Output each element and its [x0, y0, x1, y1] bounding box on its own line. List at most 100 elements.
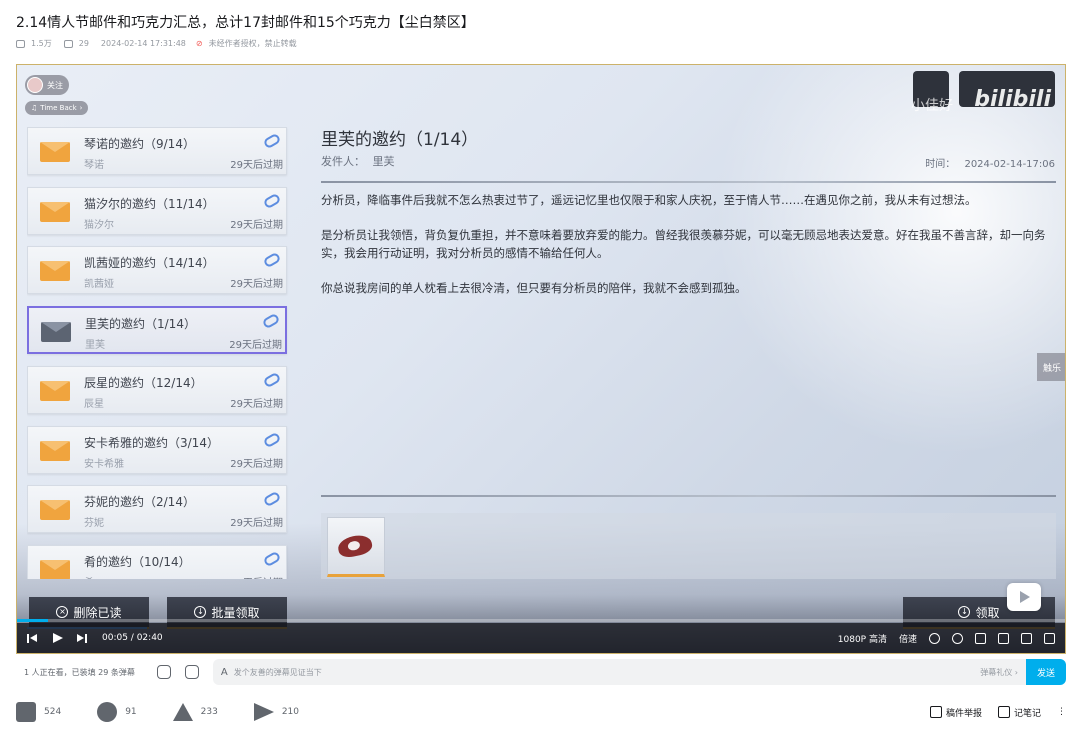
danmaku-placeholder: 发个友善的弹幕见证当下 — [233, 667, 322, 677]
mail-item-title: 安卡希雅的邀约（3/14） — [84, 435, 219, 450]
danmaku-bar: 1 人正在看，已装填 29 条弹幕 A 发个友善的弹幕见证当下 弹幕礼仪 › 发… — [16, 658, 1066, 686]
mail-detail-title: 里芙的邀约（1/14） — [321, 130, 479, 150]
chocolate-attachment[interactable] — [327, 517, 385, 577]
attachment-clip-icon — [262, 490, 282, 508]
web-fullscreen-icon[interactable] — [1021, 632, 1032, 644]
no-repost-icon: ⊘ — [195, 39, 203, 48]
progress-bar[interactable] — [17, 619, 1065, 622]
quality-selector[interactable]: 1080P 高清 — [838, 632, 887, 645]
chevron-right-icon: › — [79, 104, 83, 112]
favorite-button[interactable]: 233 — [172, 703, 218, 721]
time-display: 00:05 / 02:40 — [102, 633, 163, 643]
envelope-icon — [40, 500, 70, 521]
attachment-clip-icon — [262, 371, 282, 389]
mail-item-expiry: 29天后过期 — [230, 219, 283, 231]
envelope-icon — [40, 559, 70, 579]
mail-item-expiry: 29天后过期 — [230, 574, 283, 579]
mail-list-item[interactable]: 里芙的邀约（1/14） 里芙 29天后过期 — [27, 306, 287, 355]
delete-read-label: 删除已读 — [73, 605, 122, 620]
background-glow — [705, 65, 1065, 485]
share-count: 210 — [281, 707, 300, 717]
mail-item-sender: 琴诺 — [84, 160, 104, 171]
mail-paragraph: 你总说我房间的单人枕看上去很冷清，但只要有分析员的陪伴，我就不会感到孤独。 — [321, 281, 747, 295]
like-count: 524 — [44, 707, 62, 717]
settings-gear-icon[interactable] — [952, 632, 963, 644]
mail-list-item[interactable]: 凯茜娅的邀约（14/14） 凯茜娅 29天后过期 — [27, 246, 287, 295]
tv-mascot-icon[interactable] — [1007, 583, 1041, 611]
coin-button[interactable]: 91 — [97, 702, 137, 722]
view-count: 1.5万 — [31, 39, 52, 48]
sender-label: 发件人： — [321, 155, 365, 168]
danmaku-send-button[interactable]: 发送 — [1026, 659, 1066, 685]
fullscreen-icon[interactable] — [1044, 632, 1055, 644]
mail-sender-line: 发件人： 里芙 — [321, 153, 395, 169]
mail-list-item[interactable]: 猫汐尔的邀约（11/14） 猫汐尔 29天后过期 — [27, 186, 287, 235]
mail-item-sender: 芬妮 — [84, 518, 104, 530]
mail-item-sender: 肴 — [84, 574, 94, 579]
coin-count: 91 — [125, 707, 137, 717]
report-button[interactable]: 稿件举报 — [929, 706, 982, 719]
mail-time: 2024-02-14-17:06 — [964, 159, 1055, 170]
time-back-label: Time Back — [40, 104, 77, 112]
mail-time-line: 时间： 2024-02-14-17:06 — [925, 155, 1055, 170]
mail-item-expiry: 29天后过期 — [230, 518, 283, 530]
note-label: 记笔记 — [1013, 708, 1041, 719]
mail-paragraph: 是分析员让我领悟，背负复仇重担，并不意味着要放弃爱的能力。曾经我很羡慕芬妮，可以… — [321, 228, 1046, 260]
video-player[interactable]: 关注 ♫ Time Back › 小佳好 bilibili 琴诺的邀约（9/14… — [16, 64, 1066, 654]
time-label: 时间： — [925, 159, 956, 170]
envelope-icon — [40, 380, 70, 401]
favorite-count: 233 — [200, 707, 218, 717]
attachment-clip-icon — [262, 192, 282, 210]
mail-item-sender: 猫汐尔 — [84, 219, 114, 231]
danmaku-input[interactable]: A 发个友善的弹幕见证当下 弹幕礼仪 › — [212, 659, 1026, 685]
download-circle-icon: ↓ — [194, 606, 207, 618]
volume-icon[interactable] — [929, 632, 940, 644]
follow-label: 关注 — [47, 80, 63, 90]
previous-icon[interactable] — [27, 633, 38, 644]
mail-item-sender: 里芙 — [85, 340, 105, 352]
claim-label: 领取 — [975, 605, 1000, 620]
batch-claim-label: 批量领取 — [211, 605, 260, 620]
danmaku-etiquette-link[interactable]: 弹幕礼仪 › — [980, 667, 1018, 678]
mail-item-expiry: 29天后过期 — [230, 160, 283, 171]
danmaku-toggle-icon[interactable] — [156, 665, 171, 679]
attachment-clip-icon — [261, 312, 281, 330]
more-options-icon[interactable]: ⋮ — [1057, 707, 1066, 717]
like-button[interactable]: 524 — [16, 702, 61, 722]
music-note-icon: ♫ — [31, 104, 38, 112]
next-icon[interactable] — [77, 633, 88, 644]
time-back-button[interactable]: ♫ Time Back › — [25, 101, 89, 115]
share-button[interactable]: 210 — [253, 703, 300, 721]
download-circle-icon: ↓ — [958, 606, 971, 618]
mail-item-title: 里芙的邀约（1/14） — [85, 317, 196, 332]
widescreen-icon[interactable] — [998, 632, 1009, 644]
envelope-icon — [40, 201, 70, 222]
watermark-text: 小佳好 — [911, 98, 953, 114]
warning-icon — [929, 706, 942, 718]
mail-list-item[interactable]: 琴诺的邀约（9/14） 琴诺 29天后过期 — [27, 127, 287, 175]
mail-list-item[interactable]: 芬妮的邀约（2/14） 芬妮 29天后过期 — [27, 485, 287, 534]
note-button[interactable]: 记笔记 — [997, 706, 1041, 719]
mail-list-item[interactable]: 肴的邀约（10/14） 肴 29天后过期 — [27, 544, 287, 579]
danmaku-settings-icon[interactable] — [184, 665, 199, 679]
player-controls: 00:05 / 02:40 1080P 高清 倍速 — [17, 619, 1065, 653]
mail-list-item[interactable]: 安卡希雅的邀约（3/14） 安卡希雅 29天后过期 — [27, 425, 287, 474]
mail-item-sender: 凯茜娅 — [84, 279, 114, 291]
uploader-follow[interactable]: 关注 — [25, 75, 69, 95]
attachment-clip-icon — [262, 132, 282, 150]
attachment-clip-icon — [262, 431, 282, 448]
coin-icon — [97, 702, 118, 722]
mail-list-item[interactable]: 辰星的邀约（12/14） 辰星 29天后过期 — [27, 365, 287, 414]
publish-date: 2024-02-14 17:31:48 — [100, 39, 186, 48]
note-icon — [997, 706, 1010, 718]
play-icon[interactable] — [52, 632, 63, 644]
font-style-icon[interactable]: A — [221, 667, 228, 678]
share-arrow-icon — [253, 703, 274, 721]
mail-item-title: 肴的邀约（10/14） — [84, 554, 191, 569]
chocolate-icon — [336, 532, 374, 560]
picture-in-picture-icon[interactable] — [975, 632, 986, 644]
video-title: 2.14情人节邮件和巧克力汇总，总计17封邮件和15个巧克力【尘白禁区】 — [16, 15, 475, 31]
envelope-icon — [40, 440, 70, 461]
speed-selector[interactable]: 倍速 — [899, 632, 917, 645]
mail-item-title: 凯茜娅的邀约（14/14） — [84, 256, 215, 271]
